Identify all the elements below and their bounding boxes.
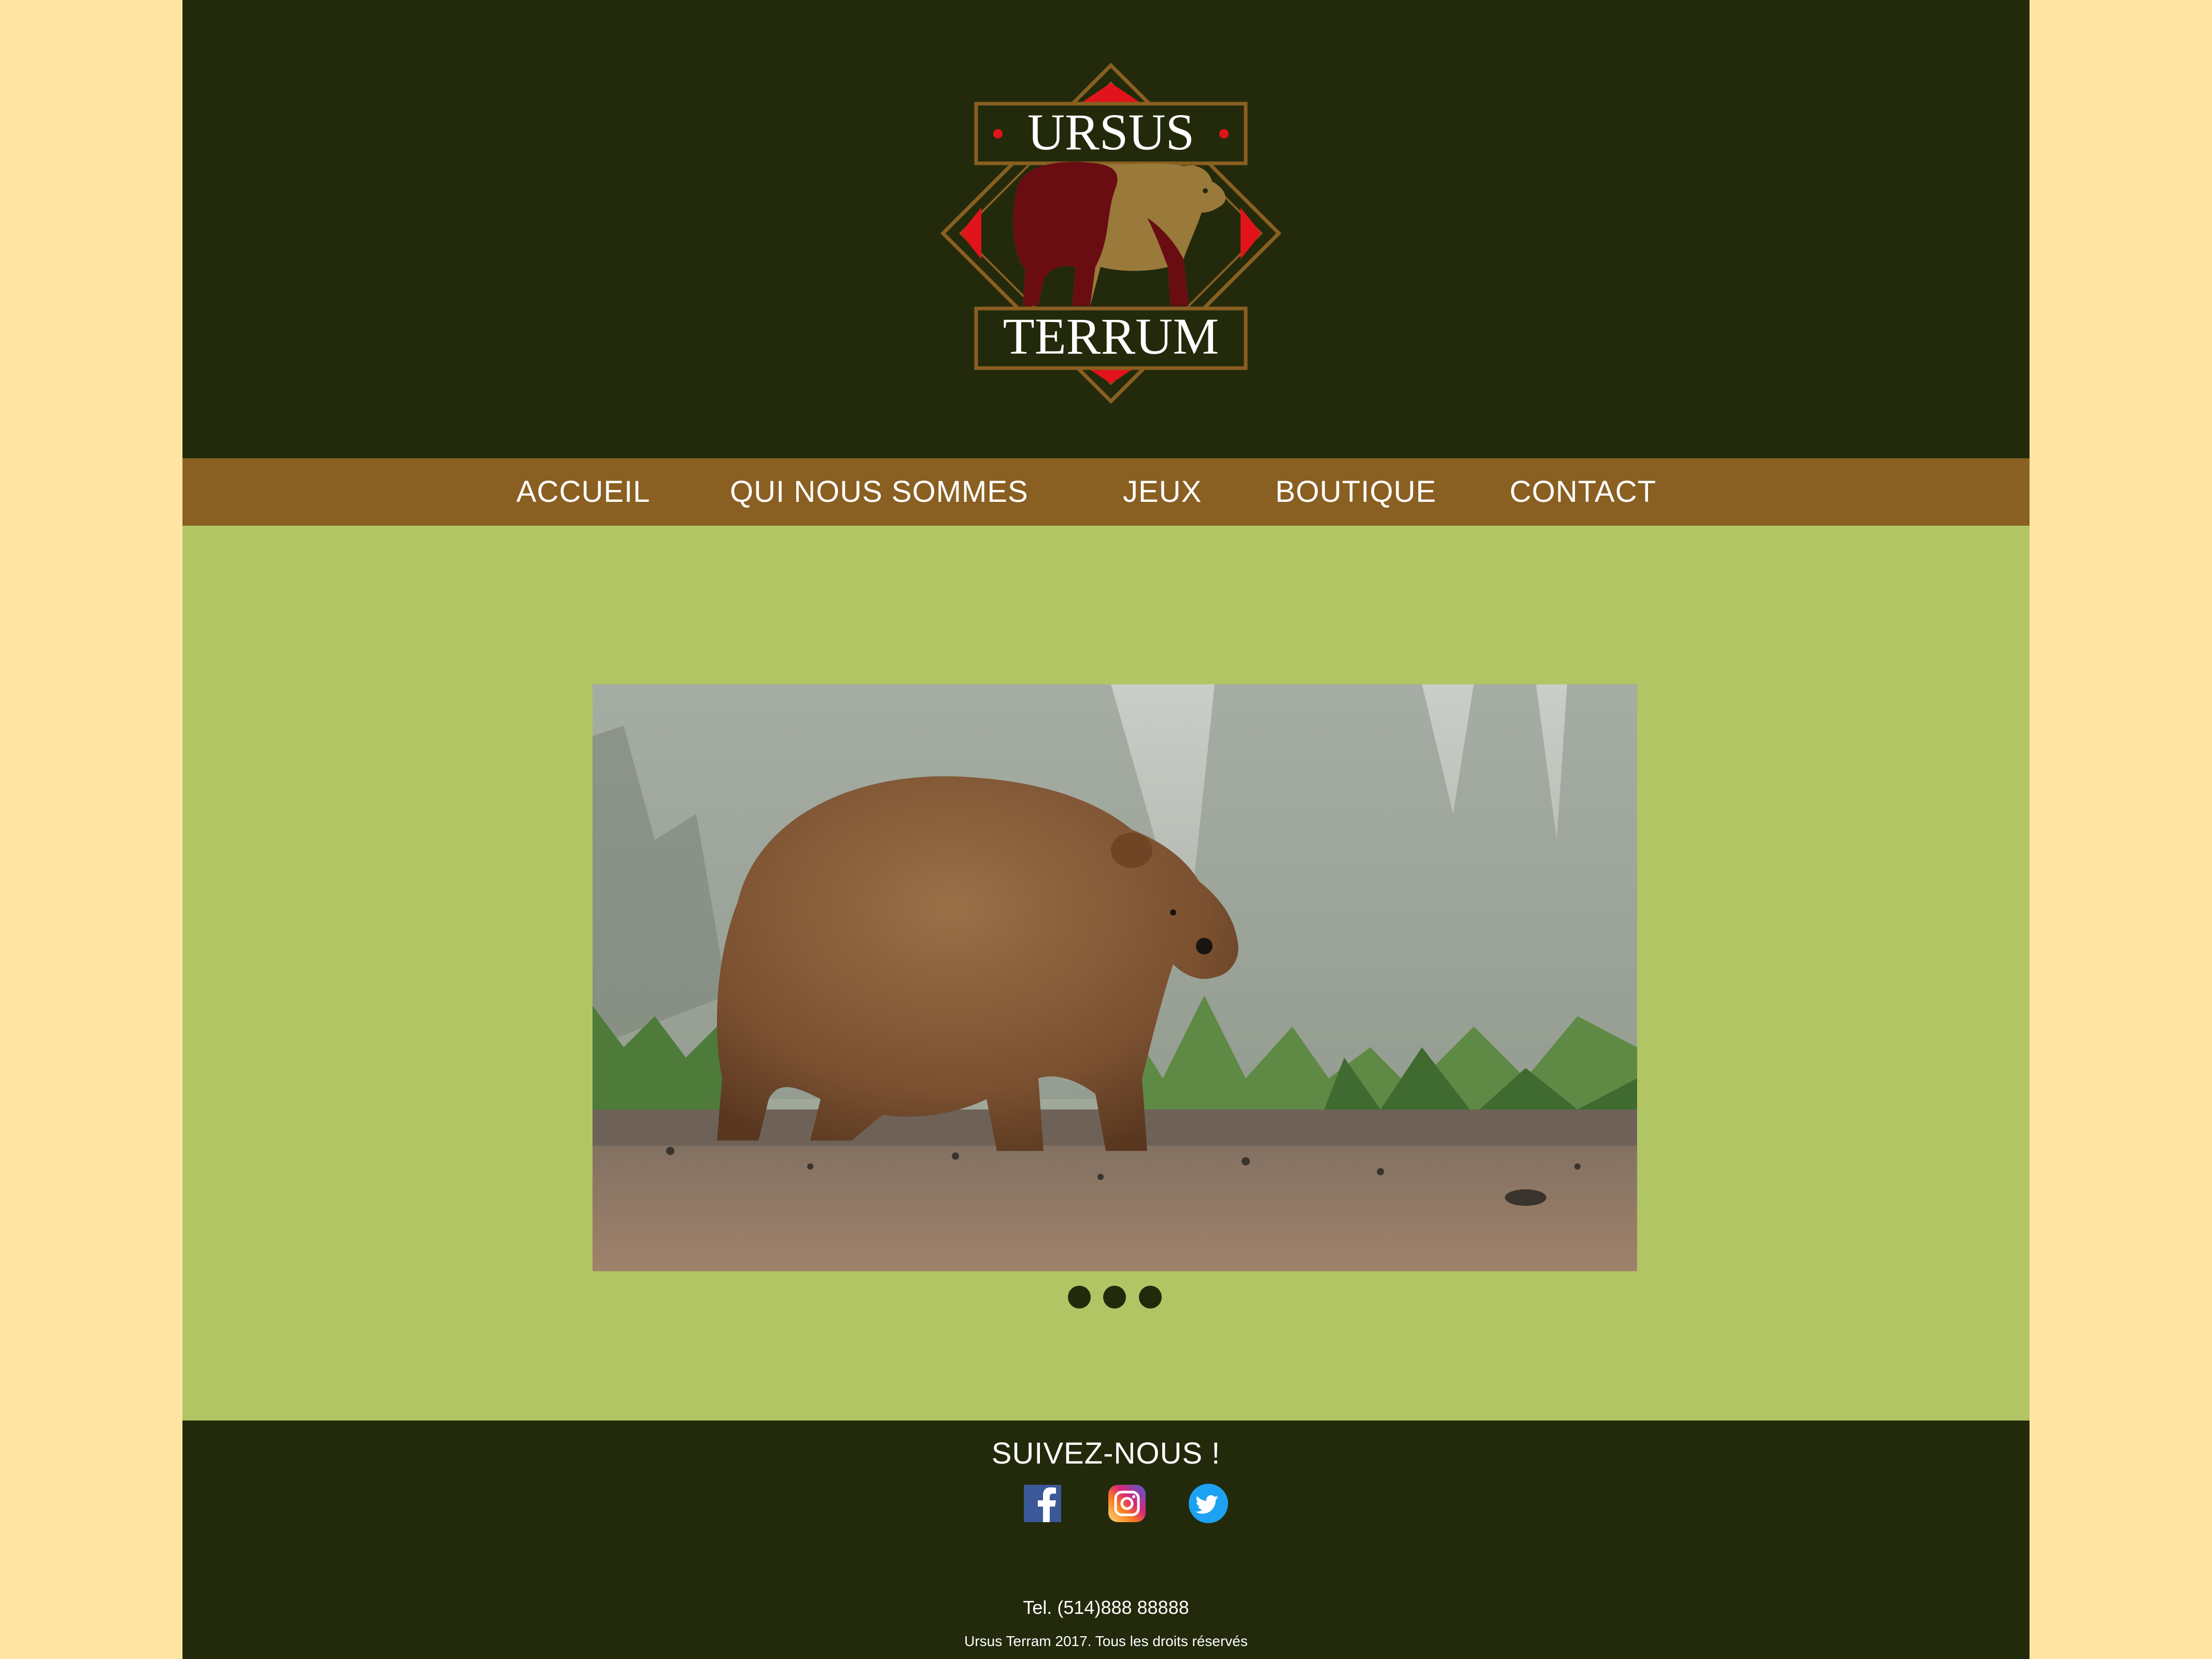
facebook-icon[interactable] (1021, 1482, 1064, 1525)
nav-item-boutique[interactable]: BOUTIQUE (1275, 458, 1436, 526)
logo-top-text: URSUS (1027, 103, 1194, 161)
logo-bottom-text: TERRUM (1003, 307, 1219, 365)
instagram-icon[interactable] (1105, 1482, 1149, 1525)
footer: SUIVEZ-NOUS ! Tel. (514)888 88888 Ursus … (182, 1421, 2030, 1659)
follow-us-heading: SUIVEZ-NOUS ! (991, 1437, 1221, 1470)
ursus-terrum-logo[interactable]: URSUS TERRUM (940, 62, 1282, 404)
nav-item-accueil[interactable]: ACCUEIL (516, 458, 650, 526)
slider-dot-1[interactable] (1068, 1286, 1091, 1309)
copyright-text: Ursus Terram 2017. Tous les droits réser… (964, 1633, 1248, 1649)
slider-dot-2[interactable] (1103, 1286, 1126, 1309)
nav-item-qui-nous-sommes[interactable]: QUI NOUS SOMMES (730, 458, 1028, 526)
main-content (182, 526, 2030, 1421)
nav-item-contact[interactable]: CONTACT (1510, 458, 1656, 526)
page: URSUS TERRUM ACCUEIL QUI NOUS SOMMES JEU… (182, 0, 2030, 1659)
hero-slider-image[interactable] (593, 684, 1637, 1271)
phone-number: Tel. (514)888 88888 (1023, 1597, 1189, 1618)
nav-item-jeux[interactable]: JEUX (1123, 458, 1202, 526)
twitter-icon[interactable] (1187, 1482, 1230, 1525)
header: URSUS TERRUM (182, 0, 2030, 458)
main-nav: ACCUEIL QUI NOUS SOMMES JEUX BOUTIQUE CO… (182, 458, 2030, 526)
slider-dots (1068, 1286, 1172, 1312)
slider-dot-3[interactable] (1139, 1286, 1162, 1309)
